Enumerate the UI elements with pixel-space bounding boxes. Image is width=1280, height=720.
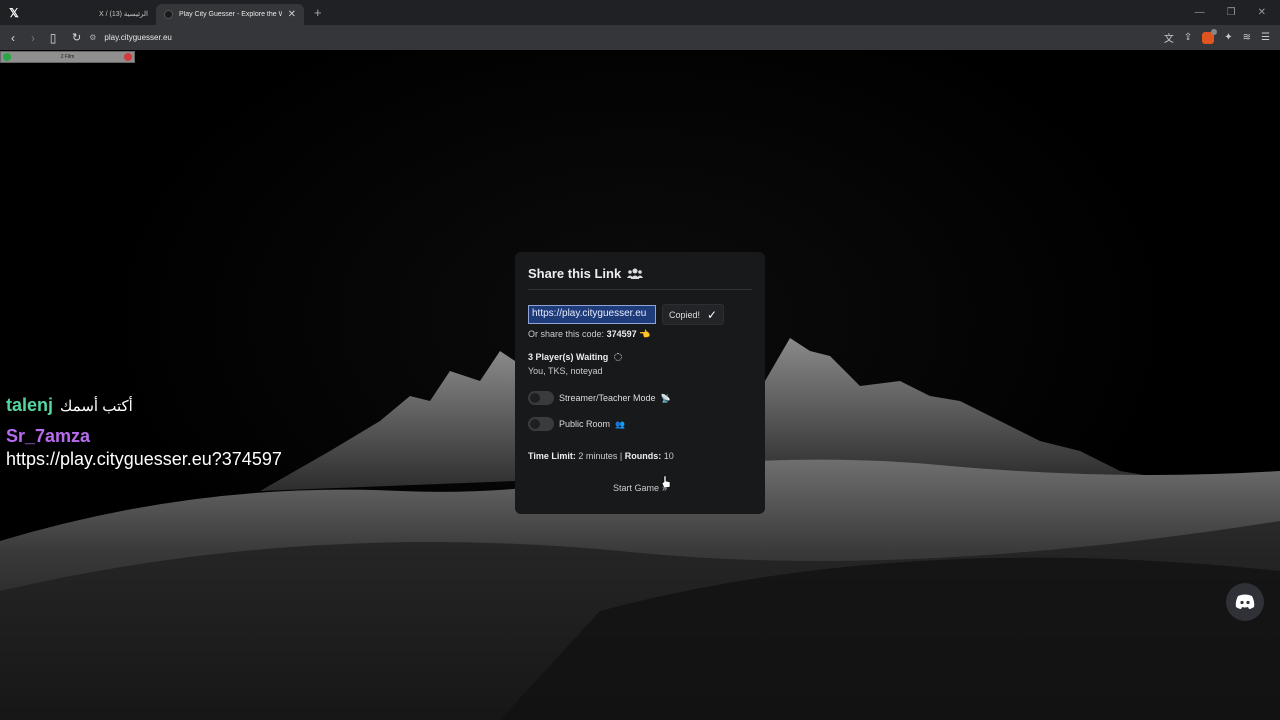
floating-mini-window[interactable]: 2 Film [0, 51, 135, 63]
checkmark-icon: ✓ [707, 307, 718, 322]
x-logo-icon[interactable]: 𝕏 [0, 0, 28, 25]
modal-title-row: Share this Link [528, 266, 752, 281]
streamer-mode-label: Streamer/Teacher Mode [559, 393, 656, 403]
share-code-value: 374597 [606, 329, 637, 339]
nav-buttons: ‹ › ▯ [8, 31, 58, 45]
settings-separator: | [619, 451, 623, 461]
tab-x-home[interactable]: X / الرئيسية (13) [28, 4, 156, 25]
time-limit-label: Time Limit: [528, 451, 576, 461]
browser-tab-bar: 𝕏 X / الرئيسية (13) Play City Guesser - … [0, 0, 1280, 25]
restore-icon[interactable]: ❐ [1227, 7, 1236, 18]
users-icon [627, 268, 644, 279]
reload-icon[interactable]: ↻ [72, 31, 81, 44]
spinner-icon [614, 353, 623, 361]
player-names: You, TKS, noteyad [528, 366, 603, 376]
stream-overlay: talenj أكتب أسمك Sr_7amza https://play.c… [6, 395, 282, 470]
time-limit-value: 2 minutes [578, 451, 618, 461]
discord-icon [1235, 594, 1255, 609]
new-tab-icon[interactable]: + [314, 5, 322, 20]
share-link-modal: Share this Link https://play.cityguesser… [515, 252, 765, 514]
users-icon: 👥 [615, 419, 625, 429]
start-game-button[interactable]: Start Game » [528, 483, 752, 493]
mini-window-close-icon[interactable] [124, 53, 132, 61]
mini-window-label: 2 Film [60, 54, 75, 60]
overlay-username-2: Sr_7amza [6, 426, 91, 446]
public-room-row: Public Room 👥 [528, 417, 752, 431]
pointing-hand-icon: 👈 [639, 329, 651, 339]
overlay-arabic-text: أكتب أسمك [60, 398, 133, 415]
tab-label: Play City Guesser - Explore the W [179, 10, 282, 18]
close-tab-icon[interactable]: ✕ [288, 9, 296, 20]
brave-shields-icon[interactable] [1202, 28, 1218, 44]
window-controls: — ❐ ✕ [1195, 7, 1280, 18]
toolbar-actions: 文 ⇪ ✦ ≋ ☰ [1164, 28, 1274, 45]
public-room-toggle[interactable] [528, 417, 554, 431]
share-code-line: Or share this code: 374597 👈 [528, 329, 752, 340]
minimize-icon[interactable]: — [1195, 7, 1205, 18]
discord-button[interactable] [1226, 583, 1264, 621]
streamer-mode-row: Streamer/Teacher Mode 📡 [528, 391, 752, 405]
game-settings-summary: Time Limit: 2 minutes | Rounds: 10 [528, 451, 752, 461]
forward-icon[interactable]: › [28, 31, 38, 45]
site-settings-icon[interactable]: ⚙ [89, 33, 96, 42]
overlay-line-1: talenj أكتب أسمك [6, 395, 282, 416]
copy-button-label: Copied! [669, 309, 701, 320]
modal-title: Share this Link [528, 266, 622, 281]
url-text: play.cityguesser.eu [104, 33, 172, 42]
address-bar[interactable]: ↻ ⚙ play.cityguesser.eu [72, 31, 172, 44]
streamer-mode-toggle[interactable] [528, 391, 554, 405]
share-code-prefix: Or share this code: [528, 329, 605, 339]
tab-city-guesser[interactable]: Play City Guesser - Explore the W ✕ [156, 3, 304, 25]
copy-button[interactable]: Copied! ✓ [662, 304, 725, 325]
modal-divider [528, 289, 752, 290]
hand-cursor-icon [661, 476, 671, 488]
vpn-icon[interactable]: ≋ [1243, 32, 1251, 43]
mini-window-app-icon [3, 53, 11, 61]
menu-icon[interactable]: ☰ [1261, 32, 1270, 43]
bookmark-icon[interactable]: ▯ [48, 31, 58, 45]
translate-icon[interactable]: 文 [1164, 30, 1174, 45]
overlay-link: https://play.cityguesser.eu?374597 [6, 449, 282, 469]
broadcast-icon: 📡 [660, 393, 671, 403]
players-waiting: 3 Player(s) Waiting [528, 352, 752, 362]
share-link-input[interactable]: https://play.cityguesser.eu [528, 305, 656, 324]
favicon-icon [164, 9, 173, 19]
players-waiting-label: 3 Player(s) Waiting [528, 352, 609, 362]
rounds-value: 10 [663, 451, 674, 461]
share-icon[interactable]: ⇪ [1184, 32, 1192, 43]
close-window-icon[interactable]: ✕ [1258, 7, 1266, 18]
public-room-label: Public Room [559, 419, 611, 429]
overlay-username-1: talenj [6, 395, 54, 415]
tab-label: X / الرئيسية (13) [98, 11, 148, 18]
link-row: https://play.cityguesser.eu Copied! ✓ [528, 304, 752, 325]
back-icon[interactable]: ‹ [8, 31, 18, 45]
extensions-icon[interactable]: ✦ [1224, 32, 1232, 43]
start-game-label: Start Game [612, 483, 659, 493]
browser-toolbar: ‹ › ▯ ↻ ⚙ play.cityguesser.eu 文 ⇪ ✦ ≋ ☰ [0, 25, 1280, 50]
rounds-label: Rounds: [624, 451, 662, 461]
